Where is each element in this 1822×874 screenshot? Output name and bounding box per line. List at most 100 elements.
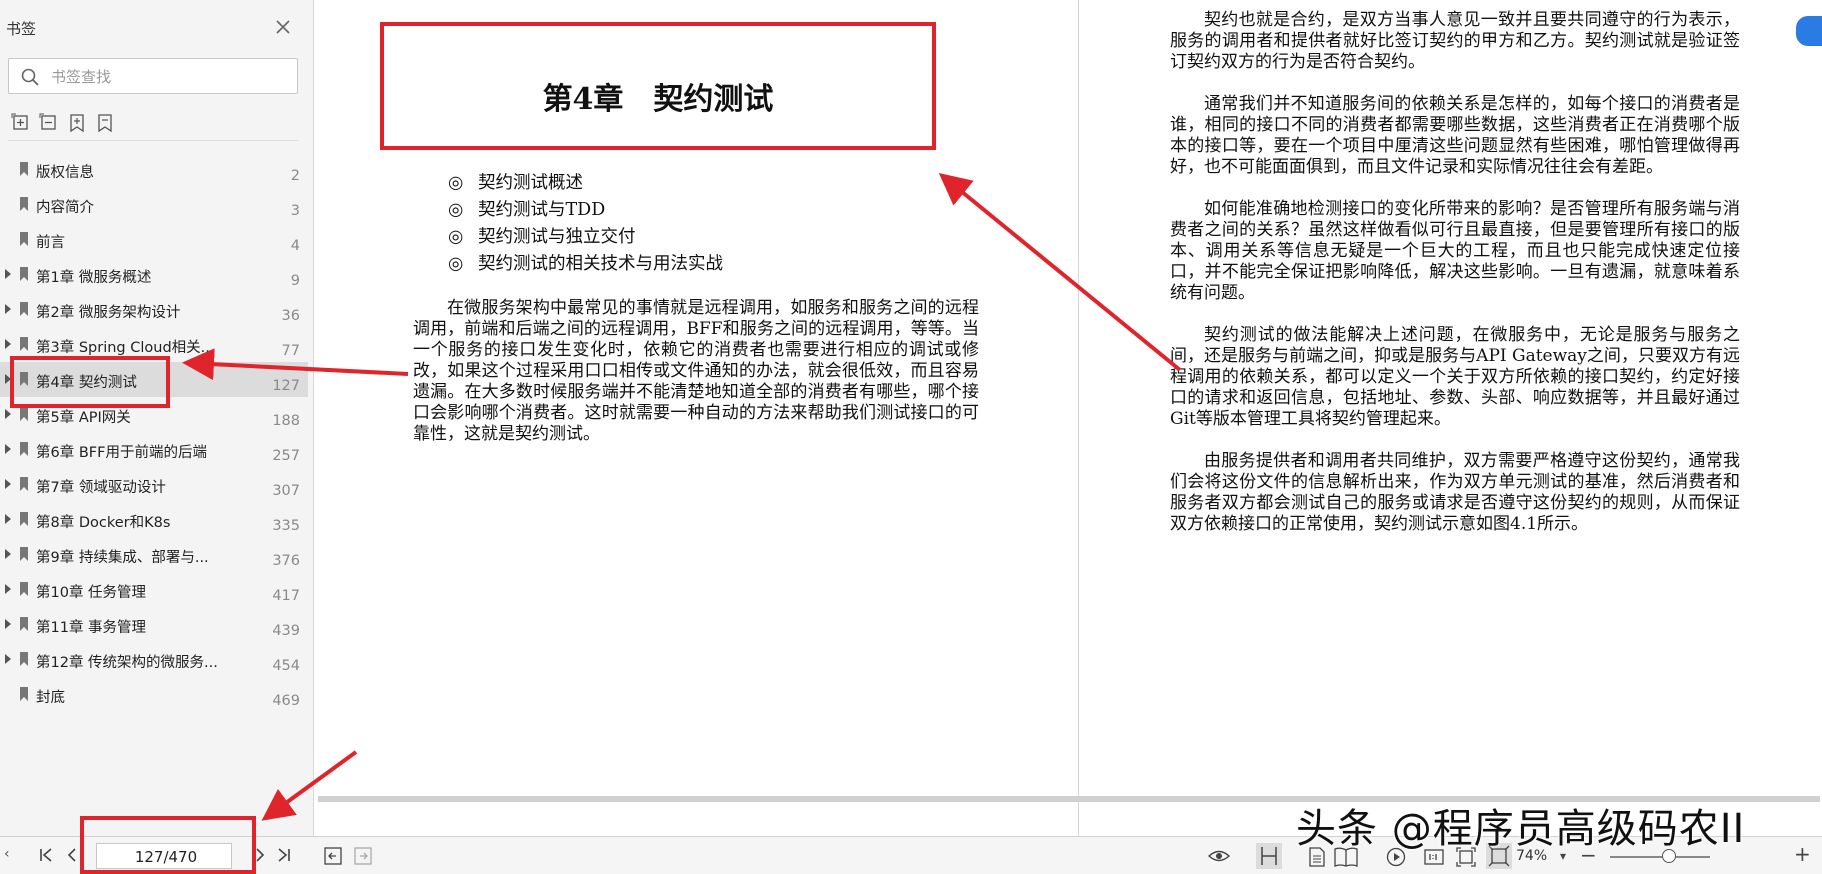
bookmark-label: 第5章 API网关 — [36, 410, 131, 426]
list-item[interactable]: 第10章 任务管理 417 — [0, 572, 308, 607]
toc-item-text: 契约测试的相关技术与用法实战 — [478, 254, 723, 274]
prev-page-icon[interactable] — [66, 847, 78, 867]
bookmark-flag-icon — [18, 441, 30, 461]
bookmark-label: 第8章 Docker和K8s — [36, 515, 171, 531]
list-item[interactable]: 第2章 微服务架构设计 36 — [0, 292, 308, 327]
bookmark-icon[interactable] — [94, 112, 116, 134]
expand-all-icon[interactable] — [10, 112, 32, 134]
expand-arrow-icon[interactable] — [5, 479, 11, 489]
list-item[interactable]: 第6章 BFF用于前端的后端 257 — [0, 432, 308, 467]
chapter-title: 第4章 契约测试 — [542, 82, 774, 117]
bookmark-label: 前言 — [36, 235, 65, 251]
eye-icon[interactable] — [1207, 847, 1231, 869]
bookmark-flag-icon — [18, 616, 30, 636]
last-page-icon[interactable] — [276, 847, 292, 867]
toc-item: ◎ 契约测试的相关技术与用法实战 — [448, 251, 723, 278]
first-page-icon[interactable] — [38, 847, 54, 867]
close-icon[interactable] — [272, 16, 294, 38]
list-item[interactable]: 第1章 微服务概述 9 — [0, 257, 308, 292]
bookmark-label: 第1章 微服务概述 — [36, 270, 152, 286]
right-page-text: 契约也就是合约，是双方当事人意见一致并且要共同遵守的行为表示，服务的调用者和提供… — [1170, 10, 1740, 535]
expand-arrow-icon[interactable] — [5, 549, 11, 559]
continuous-scroll-icon[interactable] — [1256, 843, 1282, 873]
list-item[interactable]: 第12章 传统架构的微服务... 454 — [0, 642, 308, 677]
toc-marker: ◎ — [448, 227, 464, 247]
floating-tool-icon[interactable] — [1796, 16, 1822, 46]
expand-arrow-icon[interactable] — [5, 269, 11, 279]
bookmark-page: 127 — [272, 378, 300, 394]
bookmark-page: 469 — [272, 693, 300, 709]
bookmark-label: 第12章 传统架构的微服务... — [36, 655, 218, 671]
toc-item-text: 契约测试与独立交付 — [478, 227, 636, 247]
list-item[interactable]: 第11章 事务管理 439 — [0, 607, 308, 642]
bookmark-flag-icon — [18, 686, 30, 706]
bookmark-flag-icon — [18, 301, 30, 321]
toc-marker: ◎ — [448, 200, 464, 220]
bookmark-flag-icon — [18, 651, 30, 671]
list-item[interactable]: 第7章 领域驱动设计 307 — [0, 467, 308, 502]
bookmark-label: 第9章 持续集成、部署与... — [36, 550, 209, 566]
add-bookmark-icon[interactable] — [66, 112, 88, 134]
bookmark-label: 第11章 事务管理 — [36, 620, 147, 636]
bookmark-page: 3 — [290, 203, 300, 219]
bookmark-page: 454 — [272, 658, 300, 674]
chapter-title-highlight: 第4章 契约测试 — [380, 22, 936, 150]
expand-arrow-icon[interactable] — [5, 339, 11, 349]
bookmark-flag-icon — [18, 581, 30, 601]
paragraph: 契约也就是合约，是双方当事人意见一致并且要共同遵守的行为表示，服务的调用者和提供… — [1170, 10, 1740, 72]
sidebar-title: 书签 — [6, 20, 37, 38]
bookmark-page: 36 — [281, 308, 300, 324]
toc-marker: ◎ — [448, 254, 464, 274]
bookmark-label: 第7章 领域驱动设计 — [36, 480, 166, 496]
paragraph: 在微服务架构中最常见的事情就是远程调用，如服务和服务之间的远程调用，前端和后端之… — [413, 298, 979, 444]
bookmark-label: 封底 — [36, 690, 65, 706]
list-item[interactable]: 第8章 Docker和K8s 335 — [0, 502, 308, 537]
zoom-slider[interactable] — [1610, 856, 1710, 858]
bookmark-flag-icon — [18, 546, 30, 566]
bookmark-label: 第3章 Spring Cloud相关... — [36, 340, 215, 356]
expand-arrow-icon[interactable] — [5, 654, 11, 664]
paragraph: 契约测试的做法能解决上述问题，在微服务中，无论是服务与服务之间，还是服务与前端之… — [1170, 325, 1740, 429]
expand-arrow-icon[interactable] — [5, 409, 11, 419]
zoom-in-icon[interactable]: + — [1794, 842, 1811, 866]
bookmark-page: 188 — [272, 413, 300, 429]
bookmark-flag-icon — [18, 231, 30, 251]
bookmark-label: 内容简介 — [36, 200, 94, 216]
bookmark-flag-icon — [18, 161, 30, 181]
expand-arrow-icon[interactable] — [5, 514, 11, 524]
bookmark-label: 第2章 微服务架构设计 — [36, 305, 181, 321]
bookmark-search[interactable] — [8, 58, 298, 94]
bookmark-page: 417 — [272, 588, 300, 604]
bookmark-flag-icon — [18, 196, 30, 216]
bookmark-page: 2 — [290, 168, 300, 184]
annotation-box-page-number — [80, 816, 256, 874]
toc-item: ◎ 契约测试与TDD — [448, 197, 723, 224]
watermark: 头条 @程序员高级码农II — [1296, 806, 1746, 852]
list-item[interactable]: 封底 469 — [0, 677, 308, 712]
forward-icon[interactable] — [354, 847, 372, 869]
collapse-all-icon[interactable] — [38, 112, 60, 134]
chapter-intro: 在微服务架构中最常见的事情就是远程调用，如服务和服务之间的远程调用，前端和后端之… — [413, 298, 979, 445]
bookmark-search-input[interactable] — [49, 65, 293, 89]
list-item[interactable]: 前言 4 — [0, 222, 308, 257]
list-item[interactable]: 第9章 持续集成、部署与... 376 — [0, 537, 308, 572]
toc-item: ◎ 契约测试概述 — [448, 170, 723, 197]
list-item[interactable]: 版权信息 2 — [0, 152, 308, 187]
expand-arrow-icon[interactable] — [5, 444, 11, 454]
toc-marker: ◎ — [448, 173, 464, 193]
bookmark-page: 9 — [290, 273, 300, 289]
chapter-toc: ◎ 契约测试概述 ◎ 契约测试与TDD ◎ 契约测试与独立交付 ◎ 契约测试的相关技术与… — [448, 170, 723, 278]
annotation-box-bookmark — [10, 356, 170, 408]
expand-arrow-icon[interactable] — [5, 304, 11, 314]
bookmark-flag-icon — [18, 476, 30, 496]
expand-arrow-icon[interactable] — [5, 584, 11, 594]
paragraph: 如何能准确地检测接口的变化所带来的影响？是否管理所有服务端与消费者之间的关系？虽… — [1170, 199, 1740, 303]
bookmark-page: 439 — [272, 623, 300, 639]
bookmark-flag-icon — [18, 406, 30, 426]
expand-arrow-icon[interactable] — [5, 619, 11, 629]
bookmark-sidebar: 书签 版权信息 2 内容简介 3 — [0, 0, 314, 836]
bookmark-label: 版权信息 — [36, 165, 94, 181]
list-item[interactable]: 内容简介 3 — [0, 187, 308, 222]
back-icon[interactable] — [324, 847, 342, 869]
page-divider — [1078, 0, 1079, 836]
